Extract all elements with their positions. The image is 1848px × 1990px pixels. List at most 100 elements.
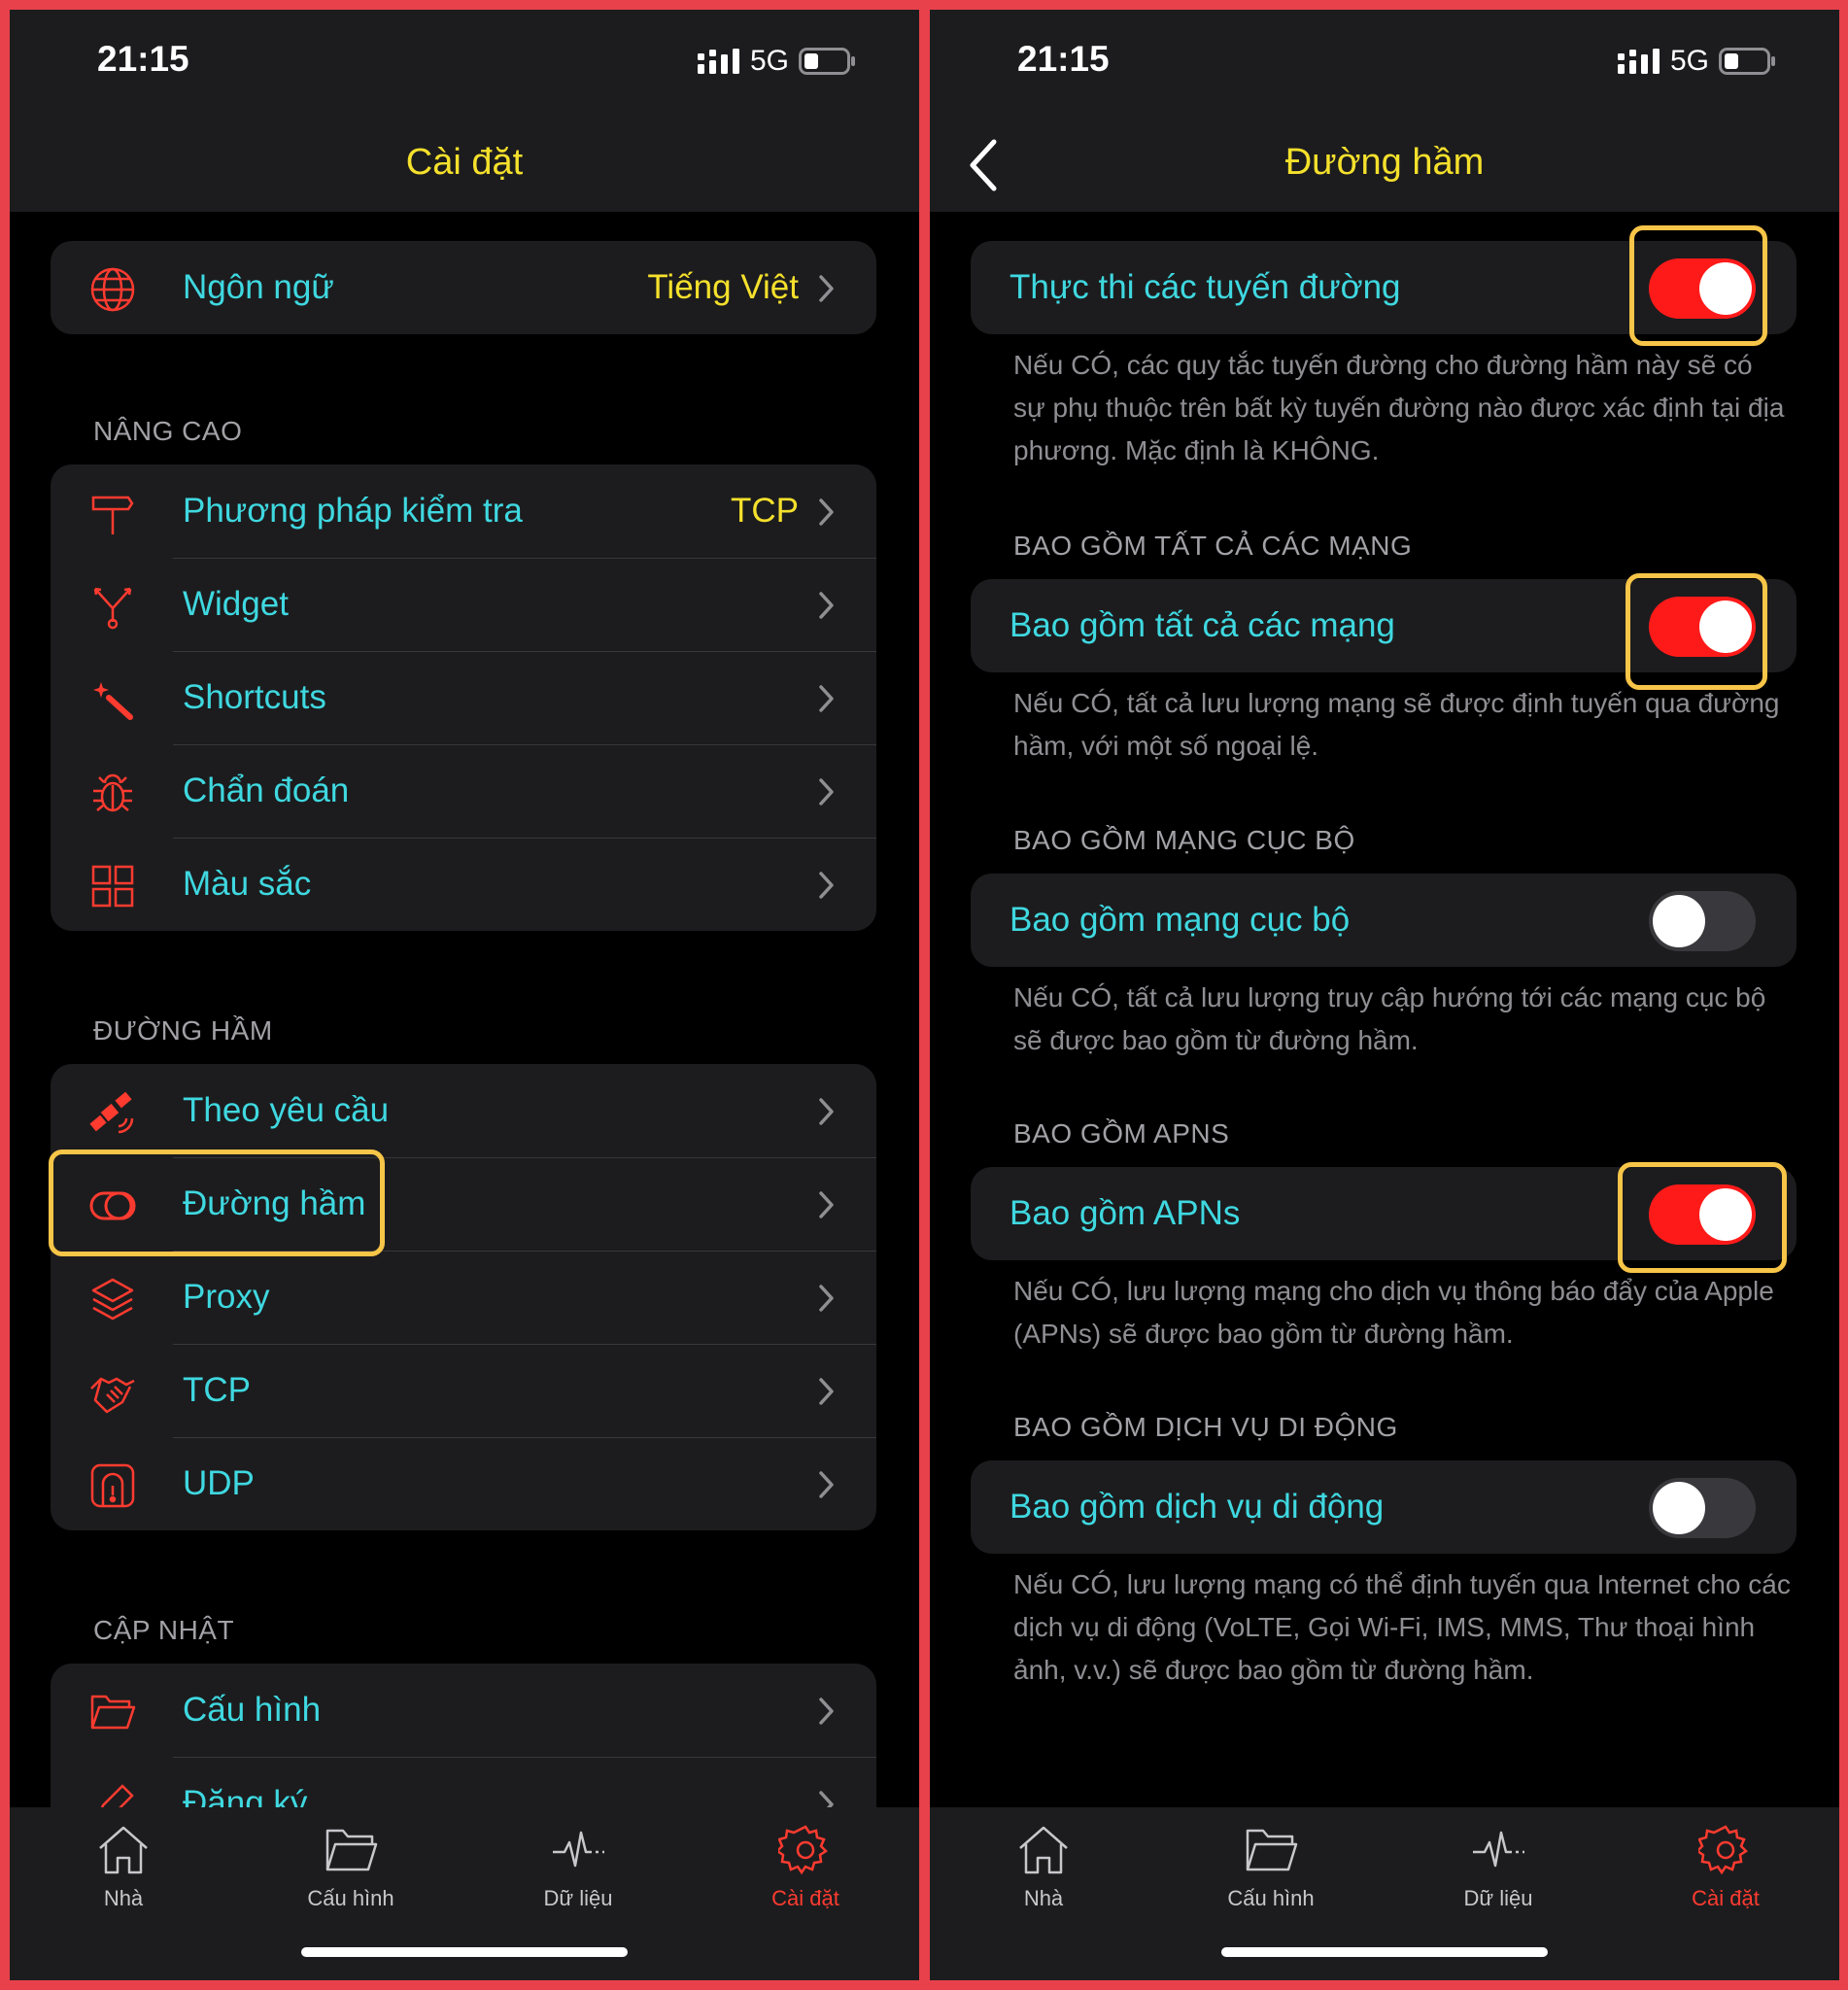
section-header-apns: BAO GỒM APNS bbox=[1013, 1118, 1230, 1149]
folder-icon bbox=[325, 1829, 378, 1871]
chevron-right-icon bbox=[819, 1285, 834, 1312]
magic-wand-icon bbox=[93, 682, 133, 720]
status-time: 21:15 bbox=[97, 39, 189, 79]
include-cellular-toggle[interactable] bbox=[1649, 1478, 1756, 1538]
tab-data[interactable]: Dữ liệu bbox=[491, 1825, 666, 1911]
home-indicator bbox=[301, 1947, 628, 1957]
include-all-label: Bao gồm tất cả các mạng bbox=[1010, 606, 1395, 644]
tab-config-label: Cấu hình bbox=[307, 1886, 394, 1910]
diagnostics-label: Chẩn đoán bbox=[183, 772, 350, 809]
udp-label: UDP bbox=[183, 1464, 255, 1502]
include-cellular-label: Bao gồm dịch vụ di động bbox=[1010, 1488, 1385, 1526]
chevron-right-icon bbox=[819, 685, 834, 712]
widget-label: Widget bbox=[183, 585, 289, 623]
language-value: Tiếng Việt bbox=[647, 268, 799, 306]
status-bar: 21:15 5G bbox=[10, 10, 919, 117]
include-local-toggle[interactable] bbox=[1649, 891, 1756, 951]
chevron-right-icon bbox=[819, 1471, 834, 1498]
bug-icon bbox=[93, 773, 132, 812]
chevron-right-icon bbox=[819, 275, 834, 302]
signal-icon bbox=[1618, 49, 1660, 74]
status-time: 21:15 bbox=[1017, 39, 1110, 79]
include-cellular-row: Bao gồm dịch vụ di động bbox=[971, 1460, 1797, 1554]
chevron-right-icon bbox=[819, 872, 834, 899]
tab-settings[interactable]: Cài đặt bbox=[1638, 1825, 1813, 1911]
chevron-right-icon bbox=[819, 1698, 834, 1725]
language-row[interactable]: Ngôn ngữ Tiếng Việt bbox=[51, 241, 876, 334]
signpost-icon bbox=[91, 496, 134, 534]
tab-data-label: Dữ liệu bbox=[1463, 1886, 1533, 1910]
tab-bar: Nhà Cấu hình Dữ liệu Cài đặt bbox=[10, 1807, 919, 1980]
toggle-knob bbox=[1653, 1482, 1705, 1534]
layers-icon bbox=[91, 1278, 134, 1321]
enforce-routes-label: Thực thi các tuyến đường bbox=[1010, 268, 1401, 306]
chevron-right-icon bbox=[819, 1098, 834, 1125]
page-title: Cài đặt bbox=[405, 142, 524, 183]
section-header-cellular: BAO GỒM DỊCH VỤ DI ĐỘNG bbox=[1013, 1412, 1398, 1442]
highlight-box bbox=[1629, 225, 1767, 346]
config-row[interactable]: Cấu hình bbox=[51, 1664, 876, 1757]
tab-data[interactable]: Dữ liệu bbox=[1411, 1825, 1586, 1911]
shortcuts-label: Shortcuts bbox=[183, 678, 326, 716]
status-indicators: 5G bbox=[1618, 45, 1777, 78]
network-type: 5G bbox=[750, 45, 790, 77]
language-label: Ngôn ngữ bbox=[183, 268, 334, 306]
config-label: Cấu hình bbox=[183, 1691, 322, 1729]
tab-config[interactable]: Cấu hình bbox=[1183, 1825, 1358, 1911]
folder-icon bbox=[90, 1695, 136, 1730]
tunnel-screen: 21:15 5G Đường hầm Thực thi các tuyến đư… bbox=[930, 10, 1839, 1980]
tcp-label: TCP bbox=[183, 1371, 251, 1409]
tab-bar: Nhà Cấu hình Dữ liệu Cài đặt bbox=[930, 1807, 1839, 1980]
section-header-tunnel: ĐƯỜNG HẦM bbox=[93, 1015, 273, 1046]
section-header-update: CẬP NHẬT bbox=[93, 1615, 235, 1645]
widget-row[interactable]: Widget bbox=[51, 558, 876, 651]
highlight-box bbox=[49, 1149, 385, 1256]
gear-icon bbox=[775, 1825, 828, 1875]
enforce-routes-desc: Nếu CÓ, các quy tắc tuyến đường cho đườn… bbox=[1013, 350, 1785, 465]
highlight-box bbox=[1618, 1162, 1787, 1273]
include-local-label: Bao gồm mạng cục bộ bbox=[1010, 901, 1351, 939]
chevron-right-icon bbox=[819, 1191, 834, 1218]
colors-row[interactable]: Màu sắc bbox=[51, 838, 876, 931]
battery-icon bbox=[1719, 48, 1776, 75]
on-demand-label: Theo yêu cầu bbox=[183, 1091, 390, 1129]
diagnostics-row[interactable]: Chẩn đoán bbox=[51, 744, 876, 838]
tab-home[interactable]: Nhà bbox=[956, 1825, 1131, 1911]
grid-icon bbox=[91, 865, 134, 908]
chevron-right-icon bbox=[819, 498, 834, 526]
chevron-right-icon bbox=[819, 778, 834, 806]
tab-settings[interactable]: Cài đặt bbox=[718, 1825, 893, 1911]
tab-home[interactable]: Nhà bbox=[36, 1825, 211, 1911]
proxy-row[interactable]: Proxy bbox=[51, 1251, 876, 1344]
page-title: Đường hầm bbox=[1284, 142, 1485, 183]
home-indicator bbox=[1221, 1947, 1548, 1957]
on-demand-row[interactable]: Theo yêu cầu bbox=[51, 1064, 876, 1157]
status-bar: 21:15 5G bbox=[930, 10, 1839, 117]
tab-home-label: Nhà bbox=[1023, 1886, 1064, 1910]
signal-icon bbox=[698, 49, 739, 74]
udp-row[interactable]: UDP bbox=[51, 1437, 876, 1530]
include-local-desc: Nếu CÓ, tất cả lưu lượng truy cập hướng … bbox=[1013, 982, 1766, 1055]
chevron-right-icon bbox=[819, 592, 834, 619]
settings-screen: 21:15 5G Cài đặt Ngôn ngữ Tiếng Việt NÂN… bbox=[10, 10, 919, 1980]
globe-icon bbox=[90, 267, 135, 312]
widget-icon bbox=[93, 587, 132, 630]
tab-config[interactable]: Cấu hình bbox=[263, 1825, 438, 1911]
satellite-icon bbox=[89, 1091, 134, 1134]
test-method-row[interactable]: Phương pháp kiểm tra TCP bbox=[51, 464, 876, 558]
udp-icon bbox=[90, 1463, 135, 1508]
section-header-advanced: NÂNG CAO bbox=[93, 416, 243, 446]
shortcuts-row[interactable]: Shortcuts bbox=[51, 651, 876, 744]
pulse-icon bbox=[553, 1831, 604, 1868]
test-method-value: TCP bbox=[731, 492, 799, 530]
tab-settings-label: Cài đặt bbox=[1692, 1886, 1760, 1910]
include-local-row: Bao gồm mạng cục bộ bbox=[971, 874, 1797, 967]
nav-bar: Đường hầm bbox=[930, 117, 1839, 212]
gear-icon bbox=[1695, 1825, 1748, 1875]
status-indicators: 5G bbox=[698, 45, 857, 78]
tcp-row[interactable]: TCP bbox=[51, 1344, 876, 1437]
home-icon bbox=[1019, 1826, 1068, 1874]
language-group: Ngôn ngữ Tiếng Việt bbox=[51, 241, 876, 334]
include-apns-label: Bao gồm APNs bbox=[1010, 1194, 1241, 1232]
test-method-label: Phương pháp kiểm tra bbox=[183, 492, 523, 530]
